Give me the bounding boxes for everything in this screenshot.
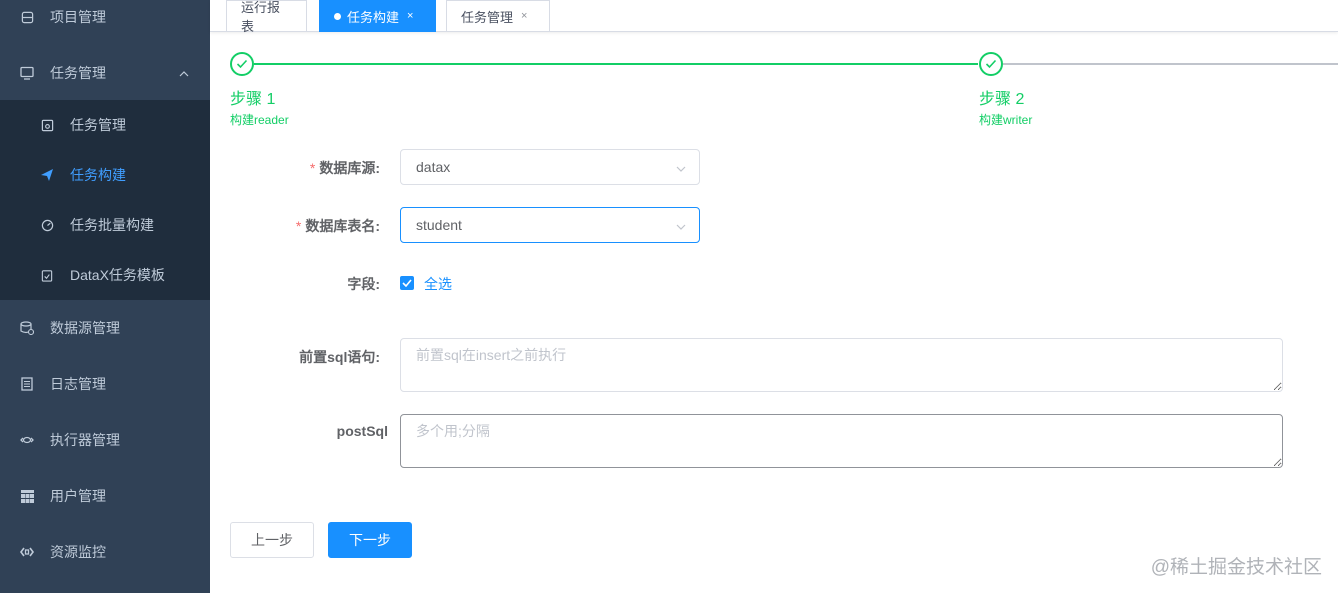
tab-run-report[interactable]: 运行报表 [226,0,307,34]
tab-label: 任务管理 [461,9,514,25]
sidebar-item-executor-management[interactable]: 执行器管理 [0,412,210,468]
tags-view: 运行报表 任务构建 × 任务管理 × [210,0,1338,34]
sidebar-item-label: 项目管理 [50,9,106,25]
step-2-description: 构建writer [979,113,1033,127]
tab-task-build[interactable]: 任务构建 × [319,0,436,32]
step-1-title: 步骤 1 [230,91,276,108]
submenu-item-batch-build[interactable]: 任务批量构建 [0,200,210,250]
active-dot-icon [334,12,341,20]
step-connector-pending [1003,63,1338,65]
sidebar-item-resource-monitor[interactable]: 资源监控 [0,524,210,580]
task-submenu: 任务管理 任务构建 任务批量构建 DataX任务模板 [0,100,210,300]
monitor-icon [20,66,34,80]
chevron-down-icon [675,220,687,232]
prev-step-button[interactable]: 上一步 [230,522,314,558]
sidebar-item-datasource-management[interactable]: 数据源管理 [0,300,210,356]
sidebar-item-log-management[interactable]: 日志管理 [0,356,210,412]
step-2-check-icon [979,52,1003,76]
step-1-check-icon [230,52,254,76]
grid-table-icon [20,489,34,503]
step-connector-done [254,63,978,65]
pre-sql-textarea[interactable] [400,338,1283,392]
datasource-select[interactable]: datax [400,149,700,185]
datasource-label: * 数据库源: [309,160,380,176]
submenu-item-label: 任务构建 [70,167,126,183]
select-all-label[interactable]: 全选 [424,274,452,294]
next-step-button[interactable]: 下一步 [328,522,412,558]
post-sql-label: postSql [336,423,388,439]
sidebar-item-label: 执行器管理 [50,432,120,448]
database-icon [20,10,34,24]
close-icon[interactable]: × [521,10,527,22]
tab-task-management[interactable]: 任务管理 × [446,0,550,32]
clipboard-icon [40,268,54,282]
required-mark: * [309,160,316,176]
tab-label: 运行报表 [241,0,281,34]
submenu-item-datax-template[interactable]: DataX任务模板 [0,250,210,300]
sidebar-item-label: 用户管理 [50,488,106,504]
dashboard-icon [40,218,54,232]
tab-label: 任务构建 [347,9,400,25]
post-sql-textarea[interactable] [400,414,1283,468]
sidebar-item-label: 日志管理 [50,376,106,392]
sidebar-item-label: 任务管理 [50,65,106,81]
sidebar: 项目管理 任务管理 任务管理 任务构建 任务批量构建 DataX任务模板 数据源… [0,0,210,593]
table-name-value: student [416,217,462,233]
sidebar-item-task-management[interactable]: 任务管理 [0,45,210,101]
table-name-label: * 数据库表名: [295,218,380,234]
sidebar-item-user-management[interactable]: 用户管理 [0,468,210,524]
select-all-checkbox[interactable] [400,276,414,290]
code-icon [20,545,34,559]
step-1-description: 构建reader [230,113,289,127]
watermark: @稀土掘金技术社区 [1150,557,1322,578]
table-name-select[interactable]: student [400,207,700,243]
submenu-item-task-management[interactable]: 任务管理 [0,100,210,150]
required-mark: * [295,218,302,234]
submenu-item-label: DataX任务模板 [70,267,165,283]
datasource-value: datax [416,159,451,175]
calendar-icon [40,118,54,132]
paper-plane-icon [40,168,54,182]
chevron-up-icon [178,67,190,79]
submenu-item-label: 任务管理 [70,117,126,133]
sidebar-item-label: 资源监控 [50,544,106,560]
fields-label: 字段: [347,276,380,292]
database-stack-icon [20,321,34,335]
chevron-down-icon [675,162,687,174]
document-icon [20,377,34,391]
step-2-title: 步骤 2 [979,91,1025,108]
sidebar-item-project-management[interactable]: 项目管理 [0,0,210,45]
cloud-link-icon [20,433,34,447]
submenu-item-label: 任务批量构建 [70,217,154,233]
sidebar-item-label: 数据源管理 [50,320,120,336]
pre-sql-label: 前置sql语句: [299,349,380,365]
submenu-item-task-build[interactable]: 任务构建 [0,150,210,200]
close-icon[interactable]: × [407,10,413,22]
